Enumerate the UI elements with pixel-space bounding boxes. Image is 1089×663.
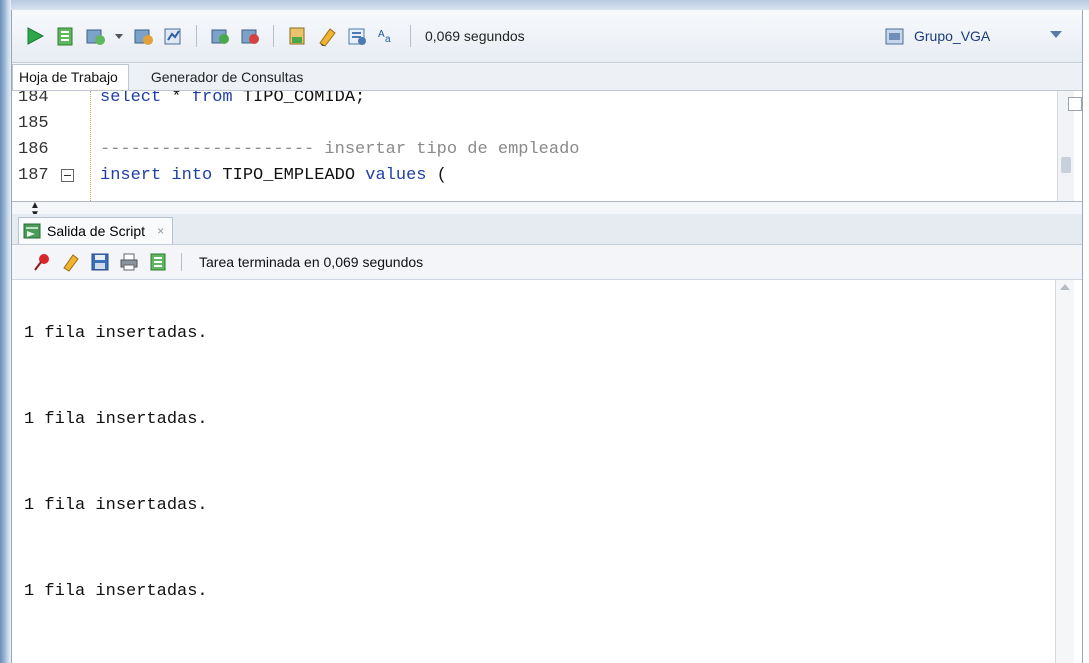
code-token: select [100,90,162,107]
toolbar-separator [181,253,182,271]
code-token: TIPO_COMIDA; [232,90,366,107]
output-line: 1 fila insertadas. [24,582,208,601]
task-status-text: Tarea terminada en 0,069 segundos [199,254,424,270]
commit-icon[interactable] [84,25,106,47]
output-line: 1 fila insertadas. [24,496,208,515]
database-connection-icon [884,25,906,47]
tab-label: Salida de Script [47,223,146,239]
chevron-down-icon[interactable] [1050,31,1062,38]
save-icon[interactable] [90,252,110,272]
line-number: 184 [18,90,49,107]
clear-icon[interactable] [316,25,338,47]
window-left-edge [0,0,11,663]
toolbar-separator [273,25,274,47]
run-statement-icon[interactable] [24,25,46,47]
output-toolbar: Tarea terminada en 0,069 segundos [12,245,1082,280]
code-text: --------------------- insertar tipo de e… [100,137,579,163]
code-line[interactable]: 185 [12,111,1082,137]
explain-plan-icon[interactable] [209,25,231,47]
code-token: ( [426,166,447,185]
close-icon[interactable]: × [157,224,164,238]
line-number: 185 [18,114,49,133]
sql-editor[interactable]: 184 select * from TIPO_COMIDA; 185 186 -----… [12,90,1082,202]
print-icon[interactable] [119,252,139,272]
editor-tab-bar: Hoja de Trabajo Generador de Consultas [12,64,1082,90]
code-text: select * from TIPO_COMIDA; [100,90,366,111]
svg-text:a: a [385,34,391,45]
code-text: insert into TIPO_EMPLEADO values ( [100,163,447,189]
worksheet-toolbar: Aa 0,069 segundos Grupo_VGA [12,10,1082,63]
elapsed-time-label: 0,069 segundos [425,28,525,44]
tuning-icon[interactable] [239,25,261,47]
code-line[interactable]: 184 select * from TIPO_COMIDA; [12,90,1082,111]
code-token: --------------------- insertar tipo de e… [100,140,580,159]
rollback-icon[interactable] [132,25,154,47]
script-output-icon [23,222,41,240]
code-token: insert [100,166,162,185]
toolbar-icons: Aa [12,25,415,47]
script-output-area[interactable]: 1 fila insertadas. 1 fila insertadas. 1 … [12,280,1082,663]
line-number: 187 [18,166,49,185]
connection-name: Grupo_VGA [914,28,991,44]
pin-icon[interactable] [32,252,52,272]
clear-output-icon[interactable] [61,252,81,272]
sql-history-icon[interactable] [286,25,308,47]
sql-developer-window: Aa 0,069 segundos Grupo_VGA Hoja de Trab… [11,10,1083,663]
window-top-edge [0,0,1089,10]
output-line: 1 fila insertadas. [24,324,208,343]
line-number: 186 [18,140,49,159]
scroll-up-icon[interactable] [1060,284,1070,290]
code-token: from [191,90,233,107]
run-script-icon[interactable] [54,25,76,47]
code-token: values [365,166,427,185]
fold-toggle-icon[interactable] [61,169,74,182]
code-token: * [161,90,192,107]
output-tab-bar: Salida de Script × [12,214,1082,245]
chevron-down-icon[interactable] [114,25,124,47]
output-scrollbar[interactable] [1055,280,1074,663]
autotrace-icon[interactable] [162,25,184,47]
editor-scroll-thumb[interactable] [1061,157,1071,173]
code-line[interactable]: 187 insert into TIPO_EMPLEADO values ( [12,163,1082,189]
unshared-sql-icon[interactable] [346,25,368,47]
output-line: 1 fila insertadas. [24,410,208,429]
toolbar-separator [410,25,411,47]
tab-generador-de-consultas[interactable]: Generador de Consultas [133,65,314,90]
code-token: into [171,166,213,185]
tab-salida-de-script[interactable]: Salida de Script × [18,217,174,244]
code-token: TIPO_EMPLEADO [212,166,366,185]
toolbar-separator [196,25,197,47]
code-line[interactable]: 186 --------------------- insertar tipo d… [12,137,1082,163]
open-file-icon[interactable] [148,252,168,272]
editor-corner-box [1068,97,1082,111]
tab-hoja-de-trabajo[interactable]: Hoja de Trabajo [12,64,129,90]
svg-text:A: A [378,29,385,40]
connection-selector[interactable]: Grupo_VGA [878,22,1070,50]
format-icon[interactable]: Aa [376,25,398,47]
